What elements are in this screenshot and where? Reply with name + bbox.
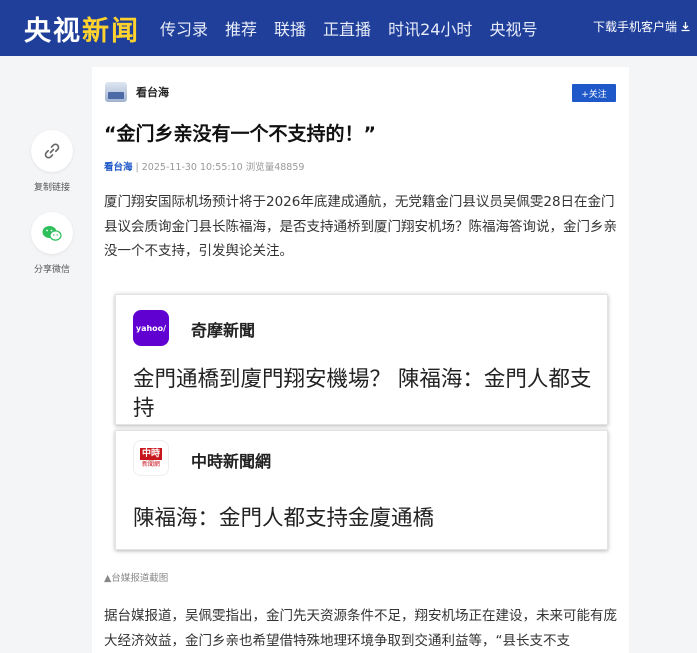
share-wechat-button[interactable] — [31, 212, 73, 254]
nav-item-24h-news[interactable]: 时讯24小时 — [388, 16, 472, 40]
download-app-label: 下载手机客户端 — [592, 20, 677, 34]
wechat-icon — [42, 226, 62, 241]
meta-time: 2025-11-30 10:55:10 — [141, 162, 243, 173]
yahoo-logo-text: yahoo/ — [135, 323, 167, 333]
article-panel: 看台海 +关注 “金门乡亲没有一个不支持的！” 看台海 | 2025-11-30… — [92, 67, 629, 653]
logo-accent-text: 新闻 — [82, 16, 140, 47]
logo-main-text: 央视 — [24, 16, 82, 47]
copy-link-label: 复制链接 — [33, 183, 70, 193]
nav-item-recommend[interactable]: 推荐 — [225, 16, 257, 40]
top-nav-bar: 央视新闻 传习录 推荐 联播 正直播 时讯24小时 央视号 下载手机客户端 — [0, 0, 697, 56]
chinatimes-source-name: 中時新聞網 — [191, 452, 272, 471]
link-icon — [44, 143, 60, 159]
nav-item-live[interactable]: 正直播 — [323, 16, 371, 40]
yahoo-source-name: 奇摩新聞 — [191, 321, 256, 340]
chinatimes-logo-bottom: 新聞網 — [141, 460, 160, 468]
nav-item-lianbo[interactable]: 联播 — [274, 16, 306, 40]
yahoo-news-card: yahoo/ 奇摩新聞 金門通橋到廈門翔安機場？ 陳福海：金門人都支持 — [115, 294, 608, 425]
meta-views: 浏览量48859 — [245, 162, 305, 173]
author-avatar[interactable] — [105, 82, 127, 102]
meta-source[interactable]: 看台海 — [104, 162, 133, 173]
download-icon — [681, 22, 690, 32]
article-meta: 看台海 | 2025-11-30 10:55:10 浏览量48859 — [104, 159, 304, 173]
download-app-link[interactable]: 下载手机客户端 — [593, 18, 691, 35]
chinatimes-logo-top: 中時 — [139, 447, 162, 460]
copy-link-button[interactable] — [31, 130, 73, 172]
article-title: “金门乡亲没有一个不支持的！” — [104, 123, 376, 145]
chinatimes-logo-icon: 中時 新聞網 — [133, 440, 169, 476]
chinatimes-headline: 陳福海：金門人都支持金廈通橋 — [133, 506, 435, 531]
author-row: 看台海 — [105, 82, 169, 102]
share-wechat-label: 分享微信 — [33, 265, 70, 275]
yahoo-logo-icon: yahoo/ — [133, 310, 169, 346]
image-caption: ▲台媒报道截图 — [104, 573, 169, 584]
author-name[interactable]: 看台海 — [136, 84, 169, 100]
main-nav: 传习录 推荐 联播 正直播 时讯24小时 央视号 — [160, 0, 554, 56]
article-paragraph-1: 厦门翔安国际机场预计将于2026年底建成通航，无党籍金门县议员吴佩雯28日在金门… — [104, 194, 617, 259]
follow-button[interactable]: +关注 — [572, 84, 616, 102]
yahoo-headline: 金門通橋到廈門翔安機場？ 陳福海：金門人都支持 — [133, 367, 592, 421]
news-screenshot-image: yahoo/ 奇摩新聞 金門通橋到廈門翔安機場？ 陳福海：金門人都支持 中時 新… — [115, 291, 608, 552]
cctv-news-logo[interactable]: 央视新闻 — [24, 9, 140, 48]
nav-item-chuanxilu[interactable]: 传习录 — [160, 16, 208, 40]
meta-divider: | — [132, 162, 142, 173]
article-paragraph-2: 据台媒报道，吴佩雯指出，金门先天资源条件不足，翔安机场正在建设，未来可能有庞大经… — [104, 608, 617, 649]
chinatimes-news-card: 中時 新聞網 中時新聞網 陳福海：金門人都支持金廈通橋 — [115, 430, 608, 550]
nav-item-cctv-account[interactable]: 央视号 — [489, 16, 537, 40]
